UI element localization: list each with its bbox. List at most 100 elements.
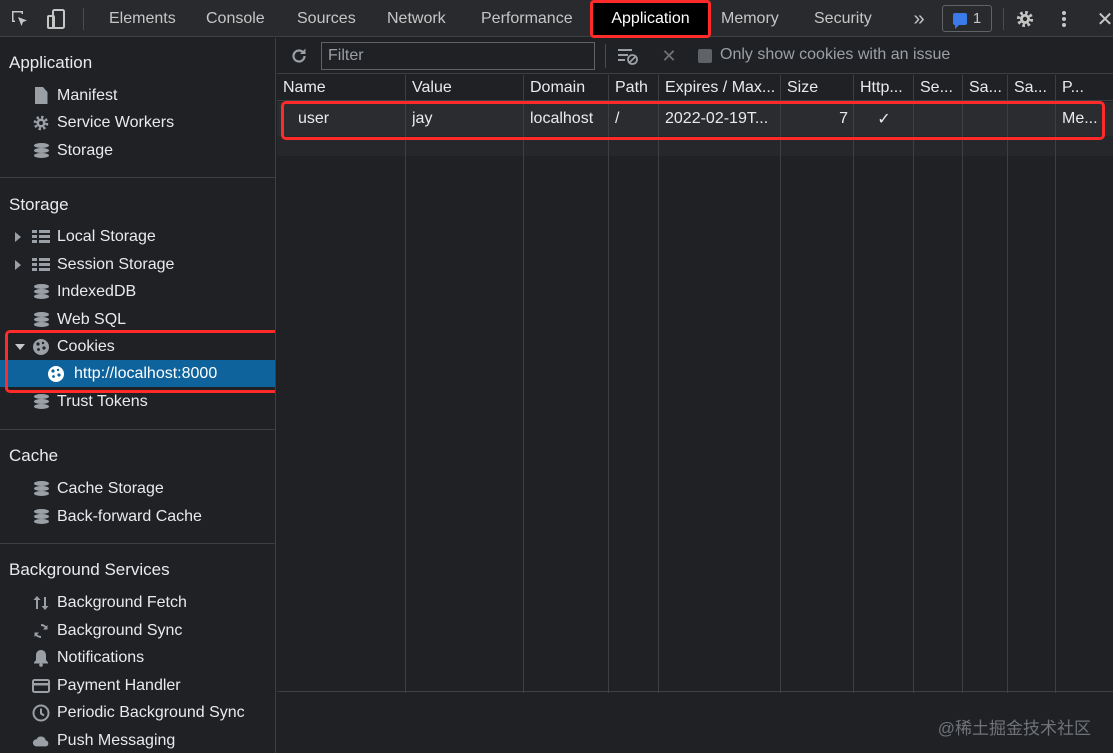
- sidebar-item-manifest[interactable]: Manifest: [0, 82, 275, 109]
- database-icon: [32, 142, 50, 160]
- sidebar-item-indexeddb[interactable]: IndexedDB: [0, 278, 275, 305]
- sidebar-item-trust-tokens[interactable]: Trust Tokens: [0, 388, 275, 415]
- filter-input[interactable]: [321, 42, 595, 70]
- clear-filtered-cookies-icon[interactable]: [617, 45, 639, 67]
- cookie-icon: [32, 338, 50, 356]
- gear-icon[interactable]: [1014, 8, 1036, 30]
- delete-selected-icon[interactable]: ✕: [658, 45, 680, 67]
- cell-domain: localhost: [530, 110, 594, 127]
- tab-performance[interactable]: Performance: [481, 0, 573, 37]
- column-header-priority[interactable]: P...: [1056, 75, 1113, 101]
- column-divider[interactable]: [405, 75, 406, 693]
- sidebar-item-cookies-localhost[interactable]: http://localhost:8000: [0, 360, 275, 387]
- sidebar-item-background-sync[interactable]: Background Sync: [0, 617, 275, 644]
- sidebar-item-background-fetch[interactable]: Background Fetch: [0, 589, 275, 616]
- column-header-name[interactable]: Name: [277, 75, 405, 101]
- sidebar-item-back-forward-cache[interactable]: Back-forward Cache: [0, 503, 275, 530]
- only-issue-checkbox[interactable]: [698, 49, 712, 63]
- tab-memory[interactable]: Memory: [721, 0, 779, 37]
- more-tabs-icon[interactable]: »: [908, 8, 930, 30]
- sidebar-item-service-workers[interactable]: Service Workers: [0, 109, 275, 136]
- sidebar-item-label: Manifest: [57, 86, 118, 104]
- cell-priority: Me...: [1062, 110, 1098, 127]
- column-header-expires[interactable]: Expires / Max...: [659, 75, 780, 101]
- column-divider[interactable]: [853, 75, 854, 693]
- sidebar-item-label: IndexedDB: [57, 282, 137, 300]
- sidebar-item-web-sql[interactable]: Web SQL: [0, 306, 275, 333]
- column-divider[interactable]: [1007, 75, 1008, 693]
- database-icon: [32, 283, 50, 301]
- column-divider[interactable]: [658, 75, 659, 693]
- cookies-panel: ✕ Only show cookies with an issue Name V…: [277, 38, 1113, 753]
- sidebar-item-label: Local Storage: [57, 227, 156, 245]
- cookies-table: Name Value Domain Path Expires / Max... …: [277, 75, 1113, 693]
- sidebar-item-label: Background Sync: [57, 621, 183, 639]
- table-row[interactable]: user jay localhost / 2022-02-19T... 7 ✓ …: [277, 102, 1113, 136]
- expand-arrow-icon[interactable]: [15, 259, 21, 270]
- toolbar-divider: [1003, 8, 1004, 30]
- tab-elements[interactable]: Elements: [109, 0, 176, 37]
- sidebar-item-local-storage[interactable]: Local Storage: [0, 223, 275, 250]
- sidebar-item-label: Storage: [57, 141, 114, 159]
- tab-sources[interactable]: Sources: [297, 0, 356, 37]
- section-divider: [0, 429, 275, 430]
- only-issue-label: Only show cookies with an issue: [720, 46, 951, 63]
- sidebar-item-label: Cookies: [57, 337, 115, 355]
- sidebar-item-cache-storage[interactable]: Cache Storage: [0, 475, 275, 502]
- column-divider[interactable]: [962, 75, 963, 693]
- column-header-secure[interactable]: Se...: [914, 75, 962, 101]
- column-header-sameparty[interactable]: Sa...: [1008, 75, 1056, 101]
- expand-arrow-icon[interactable]: [15, 231, 21, 242]
- toolbar-divider: [605, 44, 606, 68]
- sidebar-item-label: Trust Tokens: [57, 392, 148, 410]
- table-icon: [32, 228, 50, 246]
- tab-console[interactable]: Console: [206, 0, 265, 37]
- sidebar-item-session-storage[interactable]: Session Storage: [0, 251, 275, 278]
- issues-counter-button[interactable]: 1: [942, 5, 992, 32]
- message-icon: [952, 12, 967, 29]
- cell-sameparty: [1014, 102, 1054, 136]
- table-icon: [32, 256, 50, 274]
- sidebar-item-payment-handler[interactable]: Payment Handler: [0, 672, 275, 699]
- column-header-path[interactable]: Path: [609, 75, 658, 101]
- column-divider[interactable]: [523, 75, 524, 693]
- column-header-size[interactable]: Size: [781, 75, 853, 101]
- sidebar-item-cookies[interactable]: Cookies: [0, 333, 275, 360]
- column-divider[interactable]: [913, 75, 914, 693]
- section-title-cache: Cache: [9, 446, 59, 465]
- inspect-element-icon[interactable]: [9, 8, 31, 30]
- column-header-httponly[interactable]: Http...: [854, 75, 914, 101]
- column-divider[interactable]: [1055, 75, 1056, 693]
- sidebar-item-periodic-background-sync[interactable]: Periodic Background Sync: [0, 699, 275, 726]
- section-divider: [0, 543, 275, 544]
- cookies-toolbar: ✕ Only show cookies with an issue: [277, 38, 1113, 74]
- column-header-value[interactable]: Value: [406, 75, 523, 101]
- sidebar-item-label: Session Storage: [57, 255, 175, 273]
- column-header-domain[interactable]: Domain: [524, 75, 609, 101]
- kebab-menu-icon[interactable]: [1053, 8, 1075, 30]
- sidebar-item-storage[interactable]: Storage: [0, 137, 275, 164]
- close-icon[interactable]: ✕: [1094, 8, 1113, 31]
- column-divider[interactable]: [608, 75, 609, 693]
- cookie-icon: [47, 365, 65, 383]
- sidebar-item-notifications[interactable]: Notifications: [0, 644, 275, 671]
- refresh-icon[interactable]: [288, 45, 310, 67]
- preview-divider[interactable]: [277, 691, 1113, 692]
- column-divider[interactable]: [780, 75, 781, 693]
- column-header-samesite[interactable]: Sa...: [963, 75, 1008, 101]
- database-icon: [32, 311, 50, 329]
- tab-network[interactable]: Network: [387, 0, 446, 37]
- cloud-icon: [32, 732, 50, 750]
- cell-httponly-check: ✓: [877, 111, 891, 128]
- toolbar-divider: [83, 8, 84, 30]
- tab-application[interactable]: Application: [593, 0, 708, 37]
- devtools-tab-bar: Elements Console Sources Network Perform…: [0, 0, 1113, 38]
- device-toolbar-icon[interactable]: [45, 8, 67, 30]
- issues-count: 1: [972, 10, 982, 27]
- sidebar-item-label: Push Messaging: [57, 731, 176, 749]
- sidebar-item-label: Notifications: [57, 648, 145, 666]
- collapse-arrow-icon[interactable]: [15, 344, 25, 350]
- tab-security[interactable]: Security: [814, 0, 872, 37]
- database-icon: [32, 393, 50, 411]
- sidebar-item-push-messaging[interactable]: Push Messaging: [0, 727, 275, 753]
